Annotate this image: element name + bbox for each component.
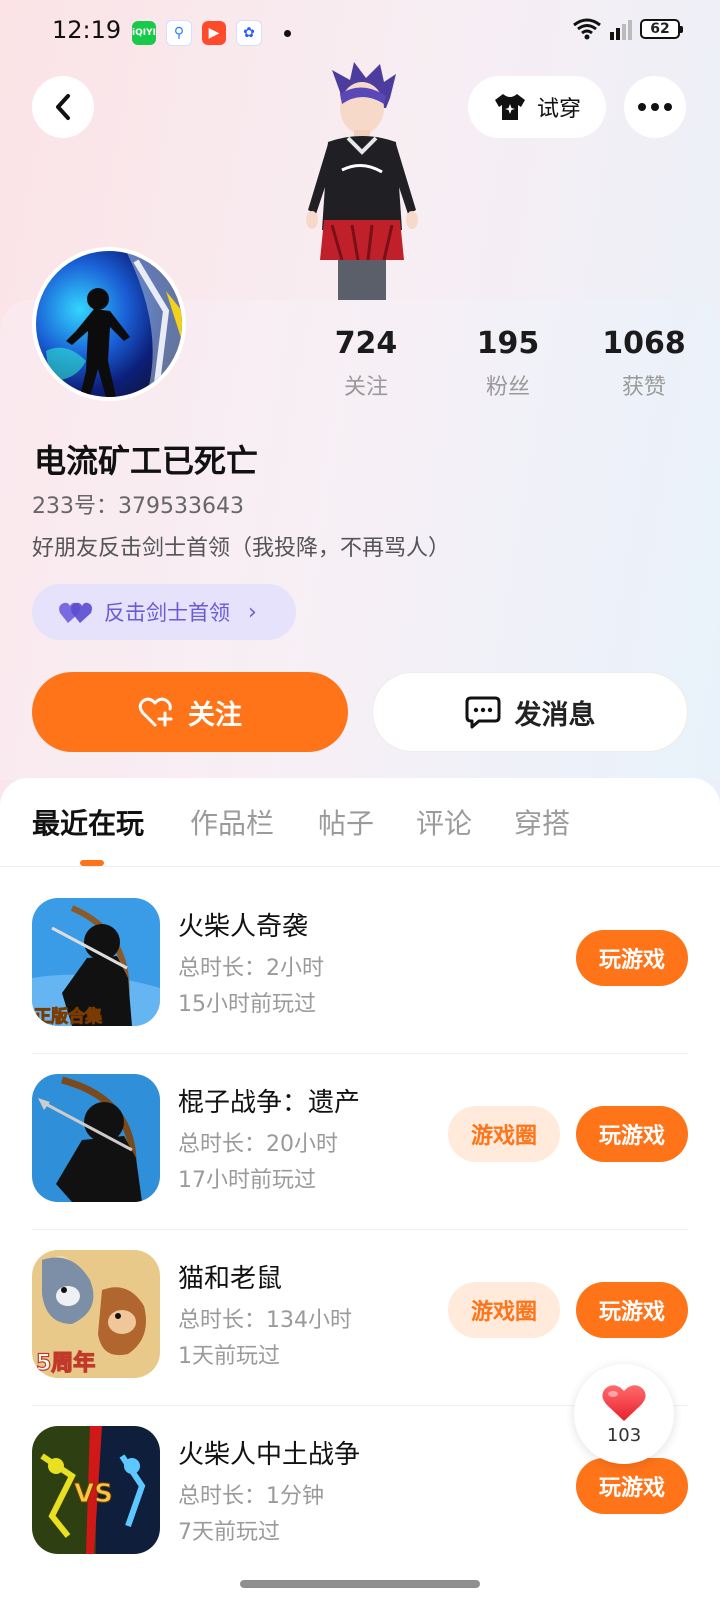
game-title: 火柴人中土战争	[178, 1440, 361, 1470]
message-label: 发消息	[514, 699, 596, 731]
stickman-middle-earth-war-icon: VS	[32, 1426, 160, 1554]
battery-icon: 62	[640, 19, 683, 39]
stat-followers[interactable]: 195 粉丝	[438, 326, 578, 401]
profile-tabs: 最近在玩 作品栏 帖子 评论 穿搭	[0, 778, 720, 867]
avatar-image	[46, 251, 182, 397]
status-time: 12:19	[52, 16, 122, 44]
game-title: 棍子战争：遗产	[178, 1088, 361, 1118]
stickman-archer-icon: 正版合集	[32, 898, 160, 1026]
game-last-played: 15小时前玩过	[178, 992, 316, 1017]
stat-likes[interactable]: 1068 获赞	[574, 326, 714, 401]
game-list-item[interactable]: 正版合集 火柴人奇袭 总时长：2小时 15小时前玩过 玩游戏	[0, 878, 720, 1054]
floating-like-button[interactable]: 103	[574, 1364, 674, 1464]
likes-count: 1068	[602, 326, 686, 361]
game-last-played: 7天前玩过	[178, 1520, 280, 1545]
heart-icon	[602, 1384, 646, 1421]
game-icon: 5周年	[32, 1250, 160, 1378]
chat-bubble-icon	[465, 696, 500, 729]
following-count: 724	[334, 326, 398, 361]
baidu-icon: ✿	[236, 20, 262, 46]
tab-recently-played[interactable]: 最近在玩	[32, 802, 144, 842]
game-icon-badge-text: 5周年	[36, 1350, 95, 1376]
game-list-item[interactable]: 棍子战争：遗产 总时长：20小时 17小时前玩过 游戏圈 玩游戏	[0, 1054, 720, 1230]
followers-label: 粉丝	[485, 375, 530, 400]
play-game-button[interactable]: 玩游戏	[576, 1458, 688, 1514]
chevron-left-icon	[56, 94, 70, 120]
user-bio: 好朋友反击剑士首领（我投降，不再骂人）	[32, 536, 451, 561]
game-last-played: 17小时前玩过	[178, 1168, 316, 1193]
iqiyi-icon: iQIYI	[132, 21, 156, 45]
game-title: 火柴人奇袭	[178, 912, 309, 942]
follow-button[interactable]: 关注	[32, 672, 348, 752]
like-count: 103	[606, 1424, 642, 1446]
home-indicator[interactable]	[240, 1580, 480, 1588]
likes-label: 获赞	[621, 375, 666, 400]
game-icon-badge-text: VS	[74, 1479, 113, 1509]
game-last-played: 1天前玩过	[178, 1344, 280, 1369]
user-id: 233号：379533643	[32, 494, 244, 519]
notification-dot-icon	[284, 29, 291, 37]
profile-screen: 12:19 iQIYI ⚲ ▶ ✿ 62 试穿 724 关注 195 粉丝 10…	[0, 0, 720, 1600]
tab-works[interactable]: 作品栏	[190, 802, 274, 842]
tshirt-icon	[494, 94, 525, 120]
content-panel: 最近在玩 作品栏 帖子 评论 穿搭 正版合集 火柴人奇袭 总时长：2小时 15小…	[0, 778, 720, 1600]
try-on-button[interactable]: 试穿	[468, 76, 606, 138]
game-icon: 正版合集	[32, 898, 160, 1026]
double-heart-icon	[59, 602, 92, 623]
tab-outfits[interactable]: 穿搭	[514, 802, 570, 842]
signal-icon	[610, 18, 632, 40]
friend-tag-pill[interactable]: 反击剑士首领 ›	[32, 584, 296, 640]
followers-count: 195	[476, 326, 540, 361]
chevron-right-icon: ›	[248, 599, 257, 625]
wifi-icon	[573, 18, 601, 40]
play-game-button[interactable]: 玩游戏	[576, 930, 688, 986]
tab-comments[interactable]: 评论	[416, 802, 472, 842]
status-app-icons: iQIYI ⚲ ▶ ✿	[132, 20, 291, 46]
message-button[interactable]: 发消息	[372, 672, 688, 752]
stick-war-icon	[32, 1074, 160, 1202]
heart-plus-icon	[138, 697, 173, 727]
game-circle-button[interactable]: 游戏圈	[448, 1106, 560, 1162]
game-title: 猫和老鼠	[178, 1264, 283, 1294]
play-game-button[interactable]: 玩游戏	[576, 1282, 688, 1338]
search-app-icon: ⚲	[166, 20, 192, 46]
video-app-icon: ▶	[202, 21, 226, 45]
tom-and-jerry-icon: 5周年	[32, 1250, 160, 1378]
avatar-character-figure[interactable]	[292, 60, 432, 300]
tab-posts[interactable]: 帖子	[318, 802, 374, 842]
game-total-time: 总时长：1分钟	[178, 1484, 324, 1509]
game-circle-button[interactable]: 游戏圈	[448, 1282, 560, 1338]
active-tab-indicator	[80, 860, 104, 866]
status-bar: 12:19 iQIYI ⚲ ▶ ✿ 62	[0, 0, 720, 64]
username: 电流矿工已死亡	[34, 442, 259, 480]
stat-following[interactable]: 724 关注	[296, 326, 436, 401]
friend-tag-label: 反击剑士首领	[104, 601, 230, 625]
play-game-button[interactable]: 玩游戏	[576, 1106, 688, 1162]
back-button[interactable]	[32, 76, 94, 138]
game-total-time: 总时长：134小时	[178, 1308, 352, 1333]
game-total-time: 总时长：2小时	[178, 956, 324, 981]
game-icon	[32, 1074, 160, 1202]
more-dots-icon	[638, 103, 646, 111]
try-on-label: 试穿	[536, 97, 581, 122]
following-label: 关注	[343, 375, 388, 400]
follow-label: 关注	[188, 699, 242, 731]
game-total-time: 总时长：20小时	[178, 1132, 338, 1157]
more-options-button[interactable]	[624, 76, 686, 138]
user-avatar[interactable]	[32, 247, 186, 401]
game-icon: VS	[32, 1426, 160, 1554]
battery-level: 62	[650, 21, 670, 37]
status-indicators: 62	[572, 18, 683, 40]
game-icon-badge-text: 正版合集	[34, 1006, 103, 1026]
